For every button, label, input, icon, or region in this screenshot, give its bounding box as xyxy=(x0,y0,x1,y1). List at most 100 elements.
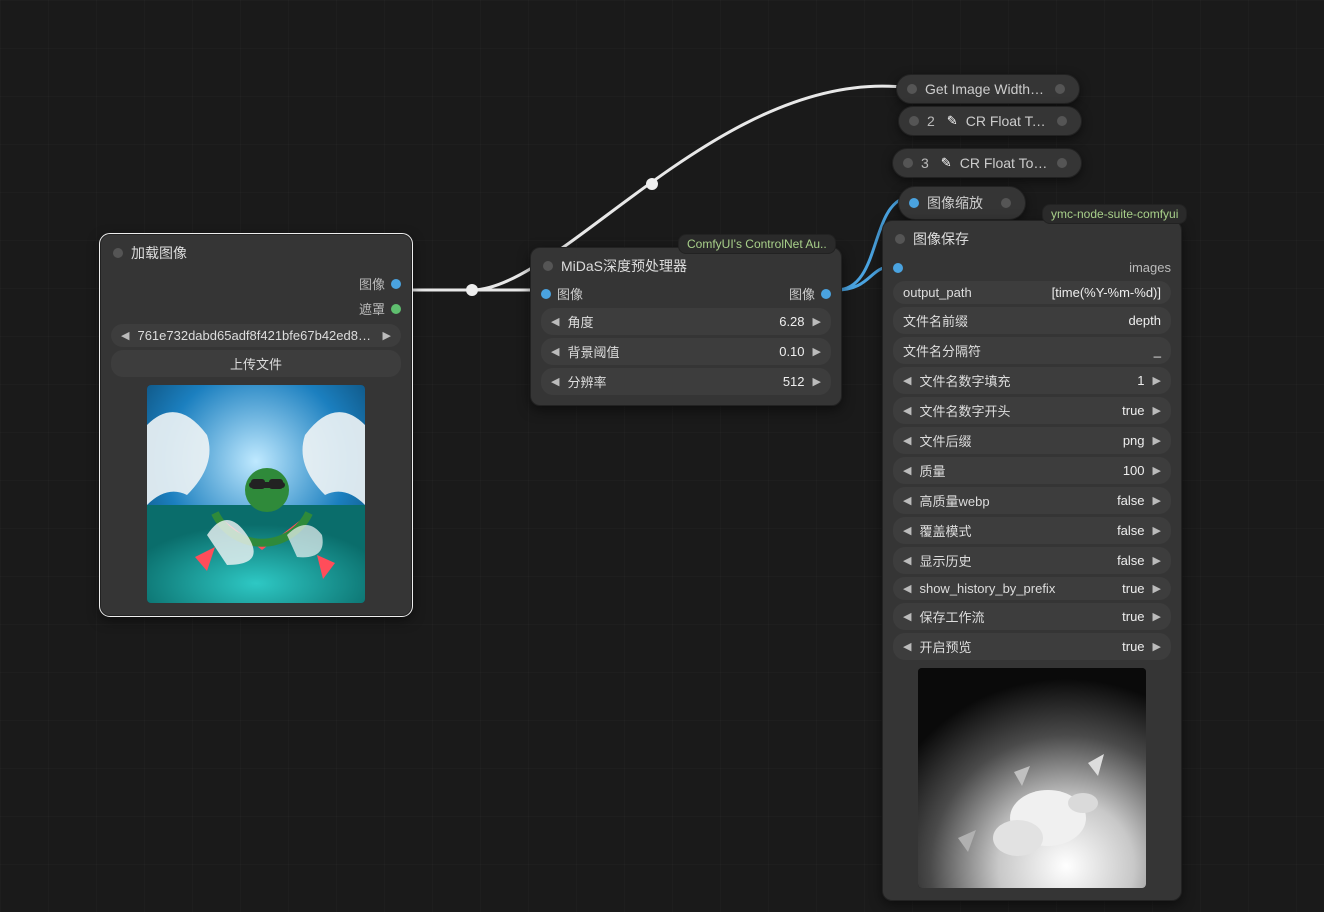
param-enable-preview[interactable]: ◀ 开启预览 true ▶ xyxy=(893,633,1171,660)
output-port[interactable] xyxy=(1057,158,1067,168)
edit-icon: ✎ xyxy=(947,113,958,129)
param-value: true xyxy=(1122,403,1144,418)
chevron-right-icon[interactable]: ▶ xyxy=(1153,582,1161,595)
chevron-left-icon[interactable]: ◀ xyxy=(551,375,559,388)
collapse-dot-icon[interactable] xyxy=(543,261,553,271)
output-port-image[interactable] xyxy=(391,279,401,289)
depth-preview xyxy=(918,668,1146,888)
param-resolution[interactable]: ◀ 分辨率 512 ▶ xyxy=(541,368,831,395)
input-port-image[interactable] xyxy=(541,289,551,299)
param-overwrite-mode[interactable]: ◀ 覆盖模式 false ▶ xyxy=(893,517,1171,544)
input-port-images[interactable] xyxy=(893,263,903,273)
param-label: 文件名数字开头 xyxy=(919,401,1114,420)
output-label: 图像 xyxy=(789,284,815,303)
param-filename-prefix[interactable]: 文件名前缀 depth xyxy=(893,307,1171,334)
upload-button-label: 上传文件 xyxy=(230,354,282,373)
chevron-right-icon[interactable]: ▶ xyxy=(1153,404,1161,417)
param-filename-delimiter[interactable]: 文件名分隔符 _ xyxy=(893,337,1171,364)
param-show-history-by-prefix[interactable]: ◀ show_history_by_prefix true ▶ xyxy=(893,577,1171,600)
chevron-left-icon[interactable]: ◀ xyxy=(903,640,911,653)
param-label: 分辨率 xyxy=(567,372,774,391)
chevron-left-icon[interactable]: ◀ xyxy=(903,434,911,447)
chevron-right-icon[interactable]: ▶ xyxy=(1153,494,1161,507)
param-angle[interactable]: ◀ 角度 6.28 ▶ xyxy=(541,308,831,335)
output-port-mask[interactable] xyxy=(391,304,401,314)
upload-button[interactable]: 上传文件 xyxy=(111,350,401,377)
param-filename-number-padding[interactable]: ◀ 文件名数字填充 1 ▶ xyxy=(893,367,1171,394)
node-cr-float-to-int-2[interactable]: 3 ✎ CR Float To Integ xyxy=(892,148,1082,178)
output-port[interactable] xyxy=(1055,84,1065,94)
param-show-history[interactable]: ◀ 显示历史 false ▶ xyxy=(893,547,1171,574)
param-label: 文件名前缀 xyxy=(903,311,968,330)
input-port[interactable] xyxy=(907,84,917,94)
file-select[interactable]: ◀ 761e732dabd65adf8f421bfe67b42ed8.JPG ▶ xyxy=(111,324,401,347)
param-output-path[interactable]: output_path [time(%Y-%m-%d)] xyxy=(893,281,1171,304)
chevron-right-icon[interactable]: ▶ xyxy=(1153,434,1161,447)
param-value: true xyxy=(1122,609,1144,624)
param-value: _ xyxy=(989,343,1161,358)
chevron-left-icon[interactable]: ◀ xyxy=(903,404,911,417)
chevron-left-icon[interactable]: ◀ xyxy=(903,464,911,477)
chevron-left-icon[interactable]: ◀ xyxy=(551,345,559,358)
node-load-image[interactable]: 加载图像 图像 遮罩 ◀ 761e732dabd65adf8f421bfe67b… xyxy=(100,234,412,616)
collapse-dot-icon[interactable] xyxy=(895,234,905,244)
input-port[interactable] xyxy=(909,198,919,208)
output-port-image[interactable] xyxy=(821,289,831,299)
chevron-right-icon[interactable]: ▶ xyxy=(1153,464,1161,477)
input-label: images xyxy=(1129,260,1171,275)
node-header[interactable]: 加载图像 xyxy=(101,235,411,271)
chevron-right-icon[interactable]: ▶ xyxy=(813,345,821,358)
param-quality[interactable]: ◀ 质量 100 ▶ xyxy=(893,457,1171,484)
output-image[interactable]: 图像 xyxy=(101,271,411,296)
chevron-right-icon[interactable]: ▶ xyxy=(1153,374,1161,387)
input-images[interactable]: images xyxy=(883,257,1181,278)
image-preview xyxy=(147,385,365,603)
param-value: true xyxy=(1122,639,1144,654)
param-value: [time(%Y-%m-%d)] xyxy=(980,285,1161,300)
output-port[interactable] xyxy=(1057,116,1067,126)
node-image-save[interactable]: 图像保存 images output_path [time(%Y-%m-%d)]… xyxy=(882,220,1182,901)
chevron-left-icon[interactable]: ◀ xyxy=(903,610,911,623)
node-get-image-width-height[interactable]: Get Image Width Heig xyxy=(896,74,1080,104)
input-port[interactable] xyxy=(903,158,913,168)
param-label: 开启预览 xyxy=(919,637,1114,656)
param-label: 文件名分隔符 xyxy=(903,341,981,360)
chevron-left-icon[interactable]: ◀ xyxy=(903,554,911,567)
param-value: png xyxy=(1123,433,1145,448)
chevron-right-icon[interactable]: ▶ xyxy=(1153,554,1161,567)
reroute-dot[interactable] xyxy=(466,284,478,296)
input-port[interactable] xyxy=(909,116,919,126)
chevron-right-icon[interactable]: ▶ xyxy=(813,375,821,388)
param-label: 高质量webp xyxy=(919,491,1109,510)
chevron-right-icon[interactable]: ▶ xyxy=(1153,610,1161,623)
chevron-left-icon[interactable]: ◀ xyxy=(121,329,129,342)
node-image-scale[interactable]: 图像缩放 xyxy=(898,186,1026,220)
chevron-left-icon[interactable]: ◀ xyxy=(903,374,911,387)
input-image[interactable]: 图像 xyxy=(541,284,583,303)
chevron-right-icon[interactable]: ▶ xyxy=(383,329,391,342)
node-midas-depth[interactable]: MiDaS深度预处理器 图像 图像 ◀ 角度 6.28 ▶ ◀ 背景阈值 0.1… xyxy=(530,247,842,406)
reroute-dot[interactable] xyxy=(646,178,658,190)
param-extension[interactable]: ◀ 文件后缀 png ▶ xyxy=(893,427,1171,454)
node-order-number: 3 xyxy=(921,155,929,171)
chevron-right-icon[interactable]: ▶ xyxy=(1153,524,1161,537)
chevron-left-icon[interactable]: ◀ xyxy=(903,524,911,537)
chevron-left-icon[interactable]: ◀ xyxy=(903,582,911,595)
param-lossless-webp[interactable]: ◀ 高质量webp false ▶ xyxy=(893,487,1171,514)
collapse-dot-icon[interactable] xyxy=(113,248,123,258)
param-save-workflow[interactable]: ◀ 保存工作流 true ▶ xyxy=(893,603,1171,630)
chevron-right-icon[interactable]: ▶ xyxy=(1153,640,1161,653)
chevron-left-icon[interactable]: ◀ xyxy=(903,494,911,507)
param-bg-threshold[interactable]: ◀ 背景阈值 0.10 ▶ xyxy=(541,338,831,365)
chevron-left-icon[interactable]: ◀ xyxy=(551,315,559,328)
output-image[interactable]: 图像 xyxy=(789,284,831,303)
param-value: 100 xyxy=(1123,463,1145,478)
output-port[interactable] xyxy=(1001,198,1011,208)
output-mask[interactable]: 遮罩 xyxy=(101,296,411,321)
chevron-right-icon[interactable]: ▶ xyxy=(813,315,821,328)
param-value: false xyxy=(1117,523,1144,538)
node-header[interactable]: 图像保存 xyxy=(883,221,1181,257)
badge-ymc: ymc-node-suite-comfyui xyxy=(1042,204,1187,224)
param-filename-number-start[interactable]: ◀ 文件名数字开头 true ▶ xyxy=(893,397,1171,424)
node-cr-float-to-int-1[interactable]: 2 ✎ CR Float To Integ xyxy=(898,106,1082,136)
